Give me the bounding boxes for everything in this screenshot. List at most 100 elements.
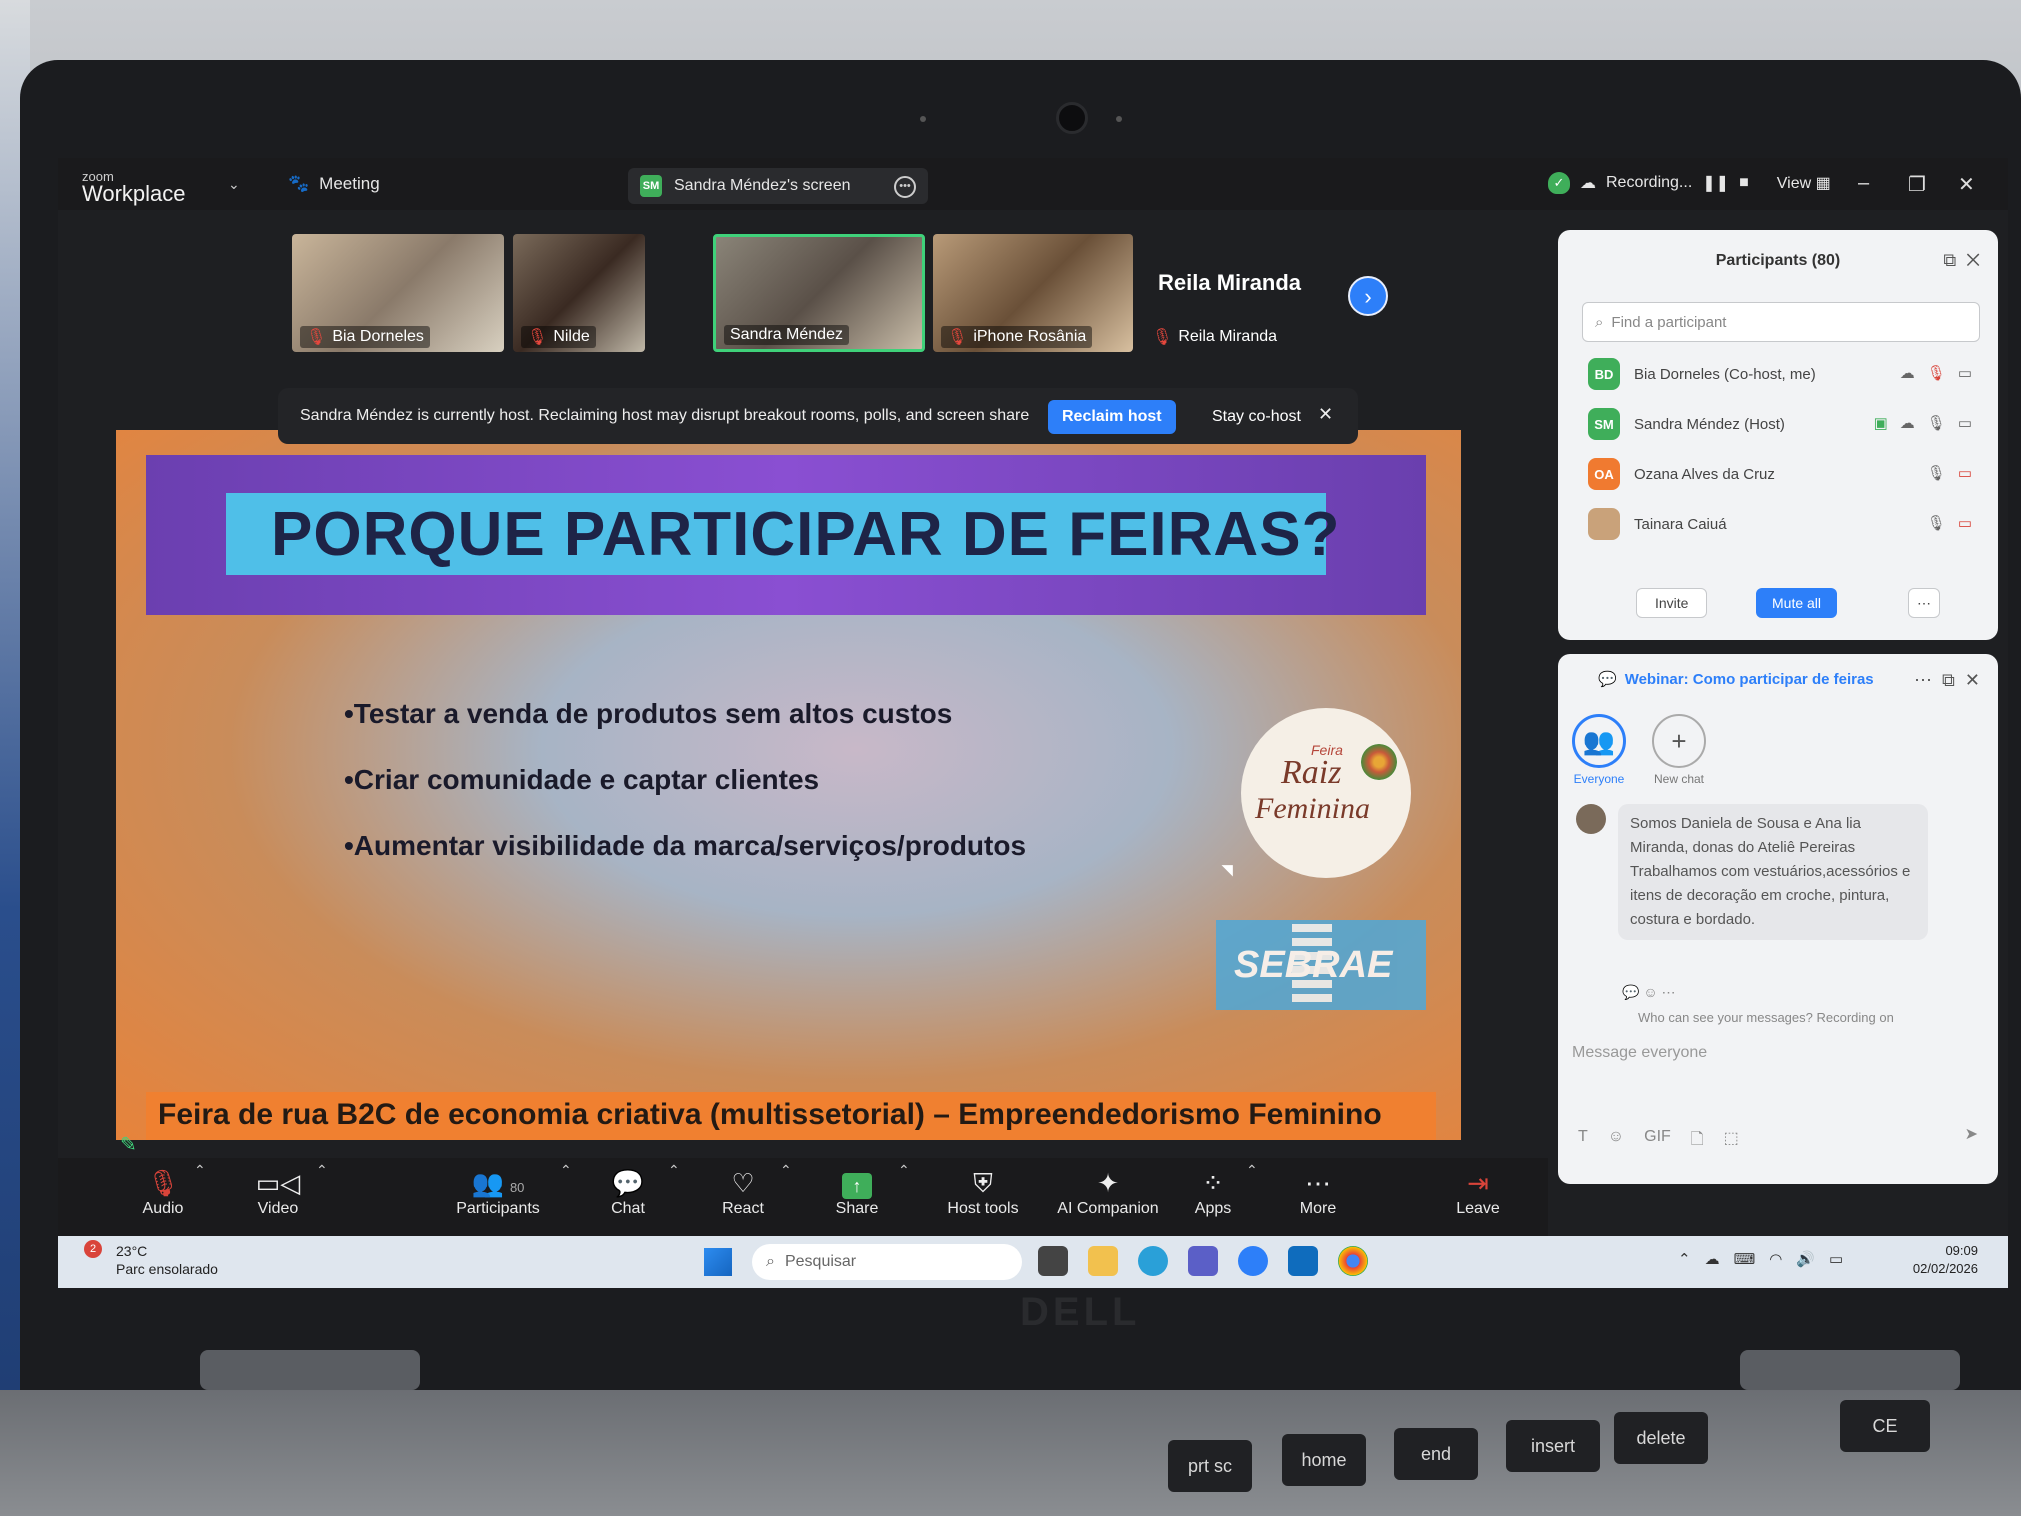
taskbar-search-input[interactable]: ⌕ Pesquisar <box>752 1244 1022 1280</box>
close-panel-icon[interactable]: ✕ <box>1966 250 1980 270</box>
participant-row[interactable]: Tainara Caiuá 🎙 ▭ <box>1588 504 1978 544</box>
shared-screen-tab[interactable]: SM Sandra Méndez's screen ••• <box>628 168 928 204</box>
file-icon[interactable]: 🗋 <box>1691 1128 1704 1155</box>
chat-button[interactable]: 💬 Chat <box>598 1166 658 1218</box>
stay-co-host-button[interactable]: Stay co-host <box>1198 400 1315 434</box>
video-name-label: Sandra Méndez <box>730 326 843 343</box>
more-options-button[interactable]: ⋯ <box>1908 588 1940 618</box>
video-options-caret-icon[interactable]: ⌃ <box>316 1162 328 1179</box>
battery-icon[interactable]: ▭ <box>1829 1250 1843 1268</box>
key-insert: insert <box>1506 1420 1600 1472</box>
edge-icon[interactable] <box>1138 1246 1168 1276</box>
logo-text-feminina: Feminina <box>1255 792 1370 825</box>
more-dots-icon[interactable]: ⋯ <box>1914 670 1932 690</box>
chat-panel: 💬 Webinar: Como participar de feiras ⋯ ⧉… <box>1558 654 1998 1184</box>
hinge-right <box>1740 1350 1960 1390</box>
windows-taskbar: 2 23°C Parc ensolarado ⌕ Pesquisar ⌃ ☁ ⌨… <box>58 1236 2008 1288</box>
everyone-icon: 👥 <box>1572 714 1626 768</box>
taskbar-clock[interactable]: 09:09 02/02/2026 <box>1913 1242 1978 1278</box>
mute-all-button[interactable]: Mute all <box>1756 588 1838 618</box>
slide-footer-band: Feira de rua B2C de economia criativa (m… <box>146 1092 1436 1140</box>
weather-widget[interactable]: 2 23°C Parc ensolarado <box>84 1240 218 1278</box>
video-tile-bia[interactable]: 🎙 Bia Dorneles <box>292 234 504 352</box>
host-tools-button[interactable]: ⛨ Host tools <box>933 1166 1033 1218</box>
popout-icon[interactable]: ⧉ <box>1942 670 1955 690</box>
participant-row[interactable]: BD Bia Dorneles (Co-host, me) ☁ 🎙 ▭ <box>1588 354 1978 394</box>
share-button[interactable]: ↑ Share <box>822 1166 892 1218</box>
meeting-menu-button[interactable]: 🐾 Meeting <box>288 174 380 194</box>
apps-button[interactable]: ⁘ Apps <box>1183 1166 1243 1218</box>
text-format-icon[interactable]: T <box>1578 1128 1588 1155</box>
close-banner-icon[interactable]: ✕ <box>1318 404 1333 425</box>
logo-text-raiz: Raiz <box>1281 754 1342 791</box>
audio-options-caret-icon[interactable]: ⌃ <box>194 1162 206 1179</box>
react-caret-icon[interactable]: ⌃ <box>780 1162 792 1179</box>
reclaim-host-button[interactable]: Reclaim host <box>1048 400 1176 434</box>
chevron-up-icon[interactable]: ⌃ <box>1678 1250 1691 1268</box>
zoom-icon[interactable] <box>1238 1246 1268 1276</box>
channel-everyone[interactable]: 👥 Everyone <box>1564 714 1634 786</box>
minimize-icon[interactable]: – <box>1858 172 1869 195</box>
video-tile-name: 🎙 Reila Miranda <box>1146 326 1283 348</box>
wifi-icon[interactable]: ◠ <box>1769 1250 1782 1268</box>
emoji-icon[interactable]: ☺ <box>1608 1128 1624 1155</box>
screenshot-icon[interactable]: ⬚ <box>1724 1128 1739 1155</box>
cloud-icon: ☁ <box>1580 175 1596 192</box>
popout-icon[interactable]: ⧉ <box>1943 250 1956 270</box>
video-tile-sandra-active-speaker[interactable]: Sandra Méndez <box>713 234 925 352</box>
channel-new-chat[interactable]: + New chat <box>1644 714 1714 786</box>
video-tile-nilde[interactable]: 🎙 Nilde <box>513 234 645 352</box>
volume-icon[interactable]: 🔊 <box>1796 1250 1815 1268</box>
apps-caret-icon[interactable]: ⌃ <box>1246 1162 1258 1179</box>
keyboard-language-icon[interactable]: ⌨ <box>1734 1250 1756 1268</box>
windows-start-icon[interactable] <box>704 1248 732 1276</box>
message-actions[interactable]: 💬 ☺ ⋯ <box>1622 984 1676 1001</box>
video-button[interactable]: ▭◁ Video <box>243 1166 313 1218</box>
avatar <box>1588 508 1620 540</box>
ai-companion-button[interactable]: ✦ AI Companion <box>1048 1166 1168 1218</box>
more-options-icon[interactable]: ••• <box>894 176 916 198</box>
stop-recording-icon[interactable]: ■ <box>1739 174 1749 192</box>
key-end: end <box>1394 1428 1478 1480</box>
send-icon[interactable]: ➤ <box>1965 1124 1978 1144</box>
participant-row[interactable]: OA Ozana Alves da Cruz 🎙 ▭ <box>1588 454 1978 494</box>
file-explorer-icon[interactable] <box>1088 1246 1118 1276</box>
restore-icon[interactable]: ❐ <box>1908 172 1926 197</box>
react-button[interactable]: ♡ React <box>708 1166 778 1218</box>
teams-icon[interactable] <box>1188 1246 1218 1276</box>
next-page-arrow-button[interactable]: › <box>1348 276 1388 316</box>
chevron-down-icon[interactable]: ⌄ <box>228 176 240 193</box>
close-panel-icon[interactable]: ✕ <box>1965 670 1980 690</box>
slide-footer-text: Feira de rua B2C de economia criativa (m… <box>158 1098 1382 1131</box>
invite-button[interactable]: Invite <box>1636 588 1708 618</box>
annotate-pencil-icon[interactable]: ✎ <box>120 1132 137 1157</box>
share-caret-icon[interactable]: ⌃ <box>898 1162 910 1179</box>
message-input[interactable]: Message everyone <box>1572 1044 1707 1062</box>
participants-caret-icon[interactable]: ⌃ <box>560 1162 572 1179</box>
meeting-label: Meeting <box>319 174 380 193</box>
participants-panel: Participants (80) ⧉ ✕ ⌕ Find a participa… <box>1558 230 1998 640</box>
participant-row[interactable]: SM Sandra Méndez (Host) ▣ ☁ 🎙 ▭ <box>1588 404 1978 444</box>
leave-button[interactable]: ⇥ Leave <box>1448 1166 1508 1218</box>
cloud-icon[interactable]: ☁ <box>1705 1250 1720 1268</box>
pause-recording-icon[interactable]: ❚❚ <box>1702 173 1729 193</box>
video-tile-reila-no-video[interactable]: Reila Miranda 🎙 Reila Miranda <box>1138 234 1338 352</box>
more-button[interactable]: ⋯ More <box>1288 1166 1348 1218</box>
gif-icon[interactable]: GIF <box>1644 1128 1671 1155</box>
video-tile-rosania[interactable]: 🎙 iPhone Rosânia <box>933 234 1133 352</box>
hinge-left <box>200 1350 420 1390</box>
more-dots-icon: ⋯ <box>1305 1168 1331 1198</box>
close-icon[interactable]: ✕ <box>1958 172 1975 197</box>
participants-button[interactable]: 👥 80 Participants <box>448 1166 548 1218</box>
audio-button[interactable]: 🎙 Audio <box>128 1166 198 1218</box>
chrome-icon[interactable] <box>1338 1246 1368 1276</box>
weather-badge: 2 <box>84 1240 102 1258</box>
chat-caret-icon[interactable]: ⌃ <box>668 1162 680 1179</box>
task-view-icon[interactable] <box>1038 1246 1068 1276</box>
participant-search-input[interactable]: ⌕ Find a participant <box>1582 302 1980 342</box>
view-button[interactable]: View ▦ <box>1777 173 1831 193</box>
outlook-icon[interactable] <box>1288 1246 1318 1276</box>
slide-title: PORQUE PARTICIPAR DE FEIRAS? <box>271 500 1341 569</box>
zoom-workplace-logo: zoom Workplace <box>82 170 186 205</box>
who-can-see-link[interactable]: Who can see your messages? Recording on <box>1638 1010 1894 1025</box>
